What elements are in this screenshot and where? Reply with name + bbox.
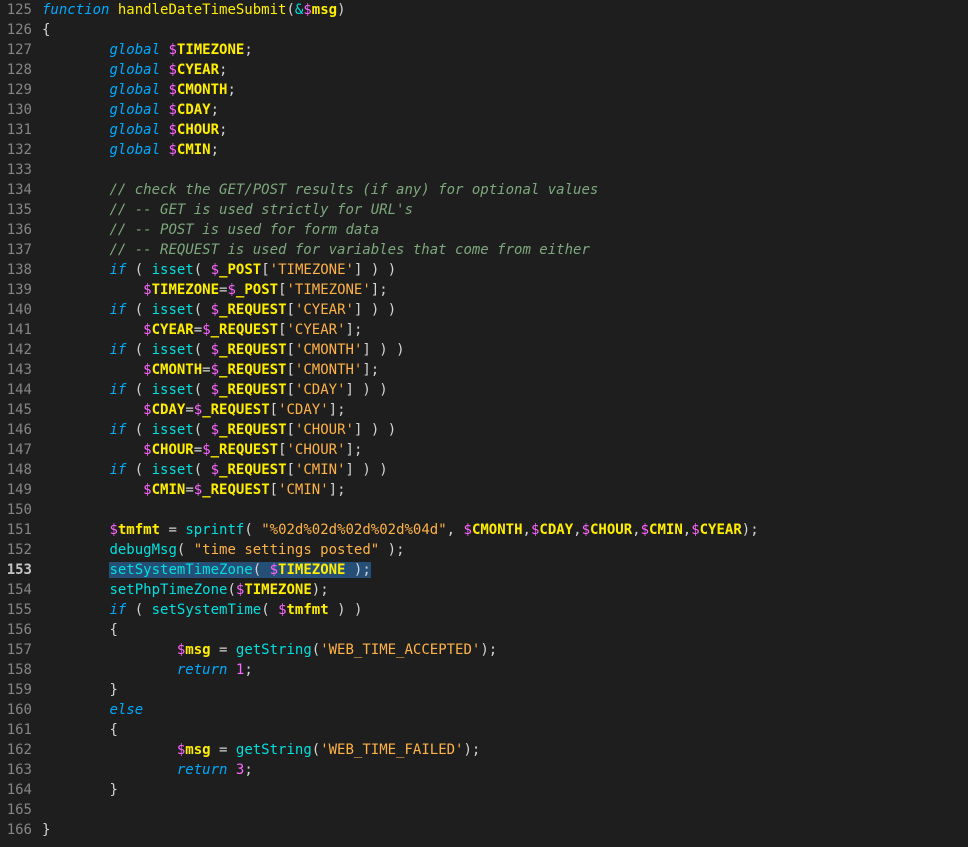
line-number: 163	[0, 760, 32, 780]
code-line[interactable]: // -- REQUEST is used for variables that…	[42, 240, 968, 260]
line-number: 151	[0, 520, 32, 540]
code-line[interactable]: if ( isset( $_REQUEST['CMIN'] ) )	[42, 460, 968, 480]
line-number: 157	[0, 640, 32, 660]
line-number: 145	[0, 400, 32, 420]
code-line[interactable]: // -- GET is used strictly for URL's	[42, 200, 968, 220]
code-line[interactable]: if ( isset( $_REQUEST['CYEAR'] ) )	[42, 300, 968, 320]
code-line[interactable]: if ( isset( $_REQUEST['CHOUR'] ) )	[42, 420, 968, 440]
code-line[interactable]: if ( isset( $_REQUEST['CDAY'] ) )	[42, 380, 968, 400]
line-number: 142	[0, 340, 32, 360]
line-number-gutter: 1251261271281291301311321331341351361371…	[0, 0, 42, 847]
line-number: 154	[0, 580, 32, 600]
code-line[interactable]: $msg = getString('WEB_TIME_FAILED');	[42, 740, 968, 760]
line-number: 162	[0, 740, 32, 760]
code-line[interactable]: function handleDateTimeSubmit(&$msg)	[42, 0, 968, 20]
line-number: 165	[0, 800, 32, 820]
line-number: 131	[0, 120, 32, 140]
line-number: 134	[0, 180, 32, 200]
code-line[interactable]: global $CMIN;	[42, 140, 968, 160]
line-number: 144	[0, 380, 32, 400]
line-number: 159	[0, 680, 32, 700]
line-number: 166	[0, 820, 32, 840]
code-line[interactable]: global $CDAY;	[42, 100, 968, 120]
code-line[interactable]: // -- POST is used for form data	[42, 220, 968, 240]
code-line[interactable]: $CYEAR=$_REQUEST['CYEAR'];	[42, 320, 968, 340]
code-line[interactable]: debugMsg( "time settings posted" );	[42, 540, 968, 560]
code-line[interactable]: if ( isset( $_REQUEST['CMONTH'] ) )	[42, 340, 968, 360]
line-number: 135	[0, 200, 32, 220]
code-line[interactable]: $msg = getString('WEB_TIME_ACCEPTED');	[42, 640, 968, 660]
code-line[interactable]: }	[42, 820, 968, 840]
code-line[interactable]: $CMONTH=$_REQUEST['CMONTH'];	[42, 360, 968, 380]
code-line[interactable]: }	[42, 780, 968, 800]
code-line[interactable]: {	[42, 620, 968, 640]
line-number: 153	[0, 560, 32, 580]
line-number: 137	[0, 240, 32, 260]
code-line[interactable]: global $TIMEZONE;	[42, 40, 968, 60]
line-number: 128	[0, 60, 32, 80]
code-line[interactable]: global $CYEAR;	[42, 60, 968, 80]
line-number: 148	[0, 460, 32, 480]
code-line[interactable]: global $CHOUR;	[42, 120, 968, 140]
line-number: 156	[0, 620, 32, 640]
line-number: 164	[0, 780, 32, 800]
line-number: 126	[0, 20, 32, 40]
line-number: 140	[0, 300, 32, 320]
code-line[interactable]: // check the GET/POST results (if any) f…	[42, 180, 968, 200]
code-line[interactable]: return 3;	[42, 760, 968, 780]
line-number: 146	[0, 420, 32, 440]
line-number: 138	[0, 260, 32, 280]
line-number: 136	[0, 220, 32, 240]
code-line[interactable]: $TIMEZONE=$_POST['TIMEZONE'];	[42, 280, 968, 300]
line-number: 155	[0, 600, 32, 620]
line-number: 139	[0, 280, 32, 300]
line-number: 149	[0, 480, 32, 500]
line-number: 150	[0, 500, 32, 520]
code-line[interactable]: {	[42, 20, 968, 40]
code-line[interactable]	[42, 500, 968, 520]
line-number: 125	[0, 0, 32, 20]
code-line[interactable]	[42, 800, 968, 820]
line-number: 130	[0, 100, 32, 120]
code-line[interactable]: $CHOUR=$_REQUEST['CHOUR'];	[42, 440, 968, 460]
code-line[interactable]: {	[42, 720, 968, 740]
line-number: 133	[0, 160, 32, 180]
code-line[interactable]: if ( isset( $_POST['TIMEZONE'] ) )	[42, 260, 968, 280]
line-number: 127	[0, 40, 32, 60]
code-line[interactable]: setSystemTimeZone( $TIMEZONE );	[42, 560, 968, 580]
code-line[interactable]: $CDAY=$_REQUEST['CDAY'];	[42, 400, 968, 420]
code-line[interactable]: global $CMONTH;	[42, 80, 968, 100]
code-line[interactable]: else	[42, 700, 968, 720]
code-editor[interactable]: 1251261271281291301311321331341351361371…	[0, 0, 968, 847]
code-area[interactable]: function handleDateTimeSubmit(&$msg){ gl…	[42, 0, 968, 847]
line-number: 129	[0, 80, 32, 100]
code-line[interactable]: return 1;	[42, 660, 968, 680]
code-line[interactable]	[42, 160, 968, 180]
line-number: 147	[0, 440, 32, 460]
code-line[interactable]: $tmfmt = sprintf( "%02d%02d%02d%02d%04d"…	[42, 520, 968, 540]
line-number: 132	[0, 140, 32, 160]
line-number: 152	[0, 540, 32, 560]
code-line[interactable]: setPhpTimeZone($TIMEZONE);	[42, 580, 968, 600]
line-number: 158	[0, 660, 32, 680]
line-number: 143	[0, 360, 32, 380]
line-number: 161	[0, 720, 32, 740]
line-number: 141	[0, 320, 32, 340]
code-line[interactable]: }	[42, 680, 968, 700]
line-number: 160	[0, 700, 32, 720]
code-line[interactable]: if ( setSystemTime( $tmfmt ) )	[42, 600, 968, 620]
code-line[interactable]: $CMIN=$_REQUEST['CMIN'];	[42, 480, 968, 500]
